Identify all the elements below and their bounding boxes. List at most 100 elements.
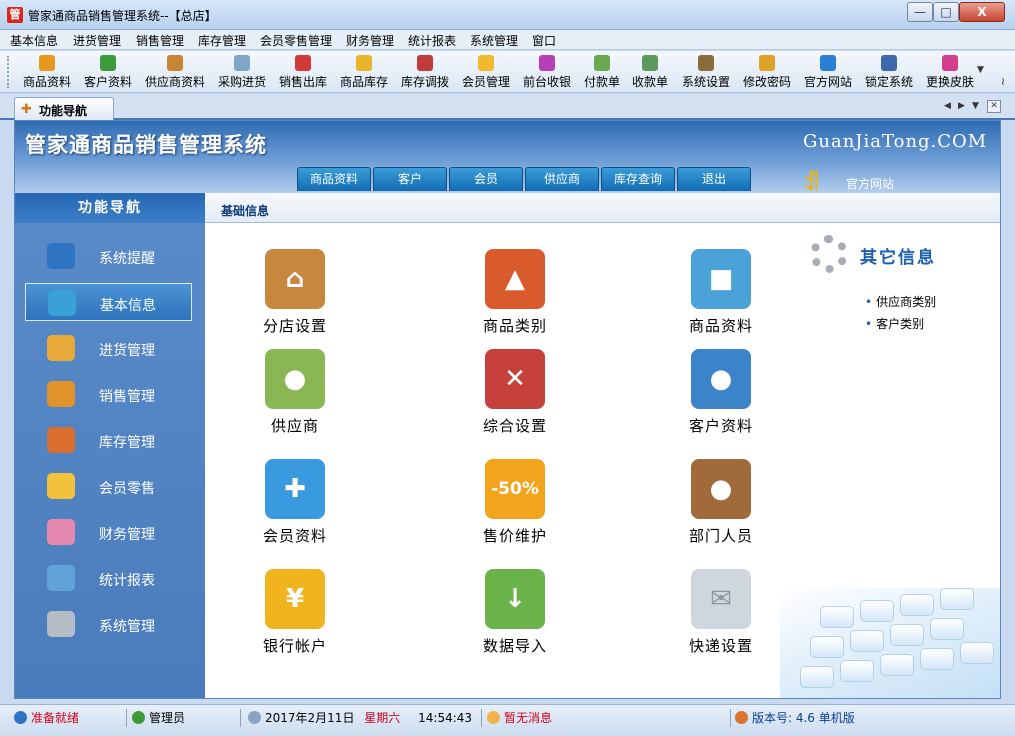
tile-product-category[interactable]: ▲ 商品类别 [455, 249, 575, 345]
status-separator [240, 709, 241, 727]
content-title: 基础信息 [221, 204, 270, 218]
status-ready: 准备就绪 [14, 709, 124, 727]
key-icon [759, 55, 775, 71]
finance-icon [47, 519, 75, 545]
sidebar-item-sales[interactable]: 销售管理 [25, 375, 192, 413]
tile-product-info[interactable]: ■ 商品资料 [661, 249, 781, 345]
toolbar-lock-button[interactable]: 锁定系统 [863, 54, 915, 90]
toolbar-pos-button[interactable]: 前台收银 [521, 54, 573, 90]
toolbar-skin-button[interactable]: 更换皮肤 [924, 54, 976, 90]
toolbar-stock-button[interactable]: 商品库存 [338, 54, 390, 90]
toolbar-sales-out-button[interactable]: 销售出库 [277, 54, 329, 90]
toolbar-transfer-button[interactable]: 库存调拨 [399, 54, 451, 90]
tile-label: 综合设置 [482, 417, 547, 435]
menu-basic-info[interactable]: 基本信息 [10, 32, 58, 49]
sidebar-item-system[interactable]: 系统管理 [25, 605, 192, 643]
runner-icon[interactable]: ꀊ [803, 167, 820, 196]
banner-tab-exit[interactable]: 退出 [677, 167, 751, 191]
maximize-button[interactable]: □ [933, 2, 959, 22]
minimize-button[interactable]: — [907, 2, 933, 22]
sidebar-item-reports[interactable]: 统计报表 [25, 559, 192, 597]
app-logo-icon: 管 [7, 7, 23, 23]
sidebar-header: 功能导航 [15, 193, 205, 223]
tab-function-navigation[interactable]: ✚ 功能导航 [14, 97, 114, 120]
toolbar-grip[interactable] [7, 56, 10, 88]
banner-tab-stock-query[interactable]: 库存查询 [601, 167, 675, 191]
palette-icon [942, 55, 958, 71]
tile-bank-account[interactable]: ¥ 银行帐户 [235, 569, 355, 665]
menu-system[interactable]: 系统管理 [470, 32, 518, 49]
toolbar-label: 系统设置 [681, 75, 730, 89]
keyboard-decoration [780, 588, 1000, 698]
tile-department-staff[interactable]: ● 部门人员 [661, 459, 781, 555]
customer-category-link[interactable]: • 客户类别 [865, 315, 924, 332]
keyboard-key [820, 606, 854, 628]
menu-reports[interactable]: 统计报表 [408, 32, 456, 49]
menu-purchase[interactable]: 进货管理 [73, 32, 121, 49]
tab-list-icon[interactable]: ▼ [972, 101, 979, 111]
menu-finance[interactable]: 财务管理 [346, 32, 394, 49]
main-panel: 管家通商品销售管理系统 管家通商品销售管理系统 GuanJiaTong.COM … [14, 120, 1001, 699]
toolbar-label: 供应商资料 [144, 75, 205, 89]
status-version-text: 版本号: 4.6 单机版 [752, 711, 855, 725]
toolbar-customer-info-button[interactable]: 客户资料 [82, 54, 134, 90]
tools-icon: ✕ [485, 349, 545, 409]
toolbar-edge-icon: ≀ [1001, 75, 1006, 88]
tile-data-import[interactable]: ↓ 数据导入 [455, 569, 575, 665]
toolbar-password-button[interactable]: 修改密码 [741, 54, 793, 90]
status-separator [730, 709, 731, 727]
sidebar-item-inventory[interactable]: 库存管理 [25, 421, 192, 459]
tile-member-info[interactable]: ✚ 会员资料 [235, 459, 355, 555]
tile-general-settings[interactable]: ✕ 综合设置 [455, 349, 575, 445]
box-in-icon [47, 335, 75, 361]
keyboard-key [890, 624, 924, 646]
tile-branch-settings[interactable]: ⌂ 分店设置 [235, 249, 355, 345]
tile-express-settings[interactable]: ✉ 快递设置 [661, 569, 781, 665]
shapes-icon: ▲ [485, 249, 545, 309]
banner-tab-customer[interactable]: 客户 [373, 167, 447, 191]
toolbar-product-info-button[interactable]: 商品资料 [20, 54, 74, 90]
banner-tab-member[interactable]: 会员 [449, 167, 523, 191]
tile-label: 商品类别 [482, 317, 547, 335]
menu-member-retail[interactable]: 会员零售管理 [260, 32, 332, 49]
close-button[interactable]: X [959, 2, 1005, 22]
tile-customer-info[interactable]: ● 客户资料 [661, 349, 781, 445]
sidebar-item-member-retail[interactable]: 会员零售 [25, 467, 192, 505]
official-website-link[interactable]: 官方网站 [846, 175, 894, 192]
sidebar-item-basic-info[interactable]: 基本信息 [25, 283, 192, 321]
keyboard-key [940, 588, 974, 610]
menu-inventory[interactable]: 库存管理 [198, 32, 246, 49]
banner-tab-supplier[interactable]: 供应商 [525, 167, 599, 191]
toolbar-supplier-info-button[interactable]: 供应商资料 [142, 54, 208, 90]
house-icon: ⌂ [265, 249, 325, 309]
menu-sales[interactable]: 销售管理 [136, 32, 184, 49]
user-icon [132, 711, 145, 724]
sidebar-item-system-reminder[interactable]: 系统提醒 [25, 237, 192, 275]
box-icon [356, 55, 372, 71]
status-info-icon [14, 711, 27, 724]
toolbar-purchase-button[interactable]: 采购进货 [216, 54, 268, 90]
tab-scroll-left-icon[interactable]: ◀ [944, 101, 951, 111]
toolbar-settings-button[interactable]: 系统设置 [680, 54, 732, 90]
status-message[interactable]: 暂无消息 [487, 709, 727, 727]
toolbar-overflow-icon[interactable]: ▼ [977, 65, 984, 75]
tile-supplier[interactable]: ● 供应商 [235, 349, 355, 445]
warehouse-icon [47, 427, 75, 453]
tab-scroll-right-icon[interactable]: ▶ [958, 101, 965, 111]
toolbar-payment-button[interactable]: 付款单 [582, 54, 622, 90]
other-info-title: 其它信息 [860, 248, 936, 268]
toolbar-label: 锁定系统 [864, 75, 913, 89]
tile-label: 会员资料 [262, 527, 327, 545]
browser-icon [820, 55, 836, 71]
truck-icon [234, 55, 250, 71]
menu-window[interactable]: 窗口 [532, 32, 556, 49]
tile-price-maintenance[interactable]: -50% 售价维护 [455, 459, 575, 555]
supplier-category-link[interactable]: • 供应商类别 [865, 293, 936, 310]
toolbar-receipt-button[interactable]: 收款单 [630, 54, 670, 90]
toolbar-member-button[interactable]: 会员管理 [460, 54, 512, 90]
banner-tab-product[interactable]: 商品资料 [297, 167, 371, 191]
toolbar-website-button[interactable]: 官方网站 [802, 54, 854, 90]
tab-close-icon[interactable]: ✕ [987, 100, 1001, 113]
sidebar-item-purchase[interactable]: 进货管理 [25, 329, 192, 367]
sidebar-item-finance[interactable]: 财务管理 [25, 513, 192, 551]
